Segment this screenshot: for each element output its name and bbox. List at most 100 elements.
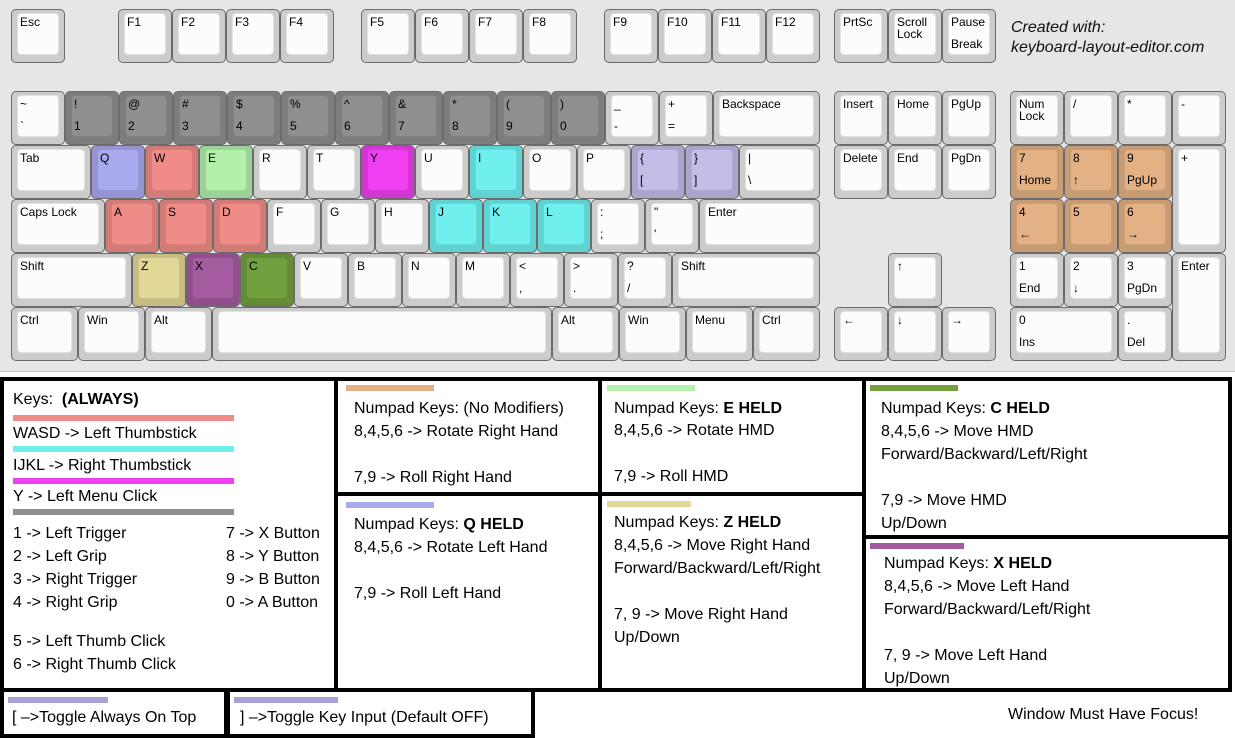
key-7-home[interactable]: 7 Home bbox=[1010, 145, 1064, 199]
key-space-83[interactable]: >. bbox=[564, 253, 618, 307]
key-f6[interactable]: F6 bbox=[415, 9, 469, 63]
key-space-100[interactable]: ↓ bbox=[888, 307, 942, 361]
key-ctrl[interactable]: Ctrl bbox=[11, 307, 78, 361]
key-q[interactable]: Q bbox=[91, 145, 145, 199]
key-1-end[interactable]: 1 End bbox=[1010, 253, 1064, 307]
key-esc[interactable]: Esc bbox=[11, 9, 65, 63]
key-f2[interactable]: F2 bbox=[172, 9, 226, 63]
key-space-16[interactable]: ~ ` bbox=[11, 91, 65, 145]
key-2[interactable]: @2 bbox=[119, 91, 173, 145]
key-backspace[interactable]: Backspace bbox=[713, 91, 820, 145]
key-insert[interactable]: Insert bbox=[834, 91, 888, 145]
key-f8[interactable]: F8 bbox=[523, 9, 577, 63]
key-f3[interactable]: F3 bbox=[226, 9, 280, 63]
key-pgdn[interactable]: PgDn bbox=[942, 145, 996, 199]
key-7[interactable]: & 7 bbox=[389, 91, 443, 145]
key-3-pgdn[interactable]: 3 PgDn bbox=[1118, 253, 1172, 307]
key-i[interactable]: I bbox=[469, 145, 523, 199]
key-t[interactable]: T bbox=[307, 145, 361, 199]
key-2[interactable]: 2 ↓ bbox=[1064, 253, 1118, 307]
key-space-34[interactable]: / bbox=[1064, 91, 1118, 145]
key-p[interactable]: P bbox=[577, 145, 631, 199]
key-4[interactable]: 4 ← bbox=[1010, 199, 1064, 253]
key-x[interactable]: X bbox=[186, 253, 240, 307]
key-shift[interactable]: Shift bbox=[672, 253, 820, 307]
key-space-84[interactable]: ? / bbox=[618, 253, 672, 307]
key-d[interactable]: D bbox=[213, 199, 267, 253]
key-0[interactable]: ) 0 bbox=[551, 91, 605, 145]
key-caps-lock[interactable]: Caps Lock bbox=[11, 199, 105, 253]
key-win[interactable]: Win bbox=[78, 307, 145, 361]
key-space-86[interactable]: ↑ bbox=[888, 253, 942, 307]
key-prtsc[interactable]: PrtSc bbox=[834, 9, 888, 63]
key-num-lock[interactable]: Num Lock bbox=[1010, 91, 1064, 145]
key-shift[interactable]: Shift bbox=[11, 253, 132, 307]
key-end[interactable]: End bbox=[888, 145, 942, 199]
key-o[interactable]: O bbox=[523, 145, 577, 199]
key-e[interactable]: E bbox=[199, 145, 253, 199]
key-home[interactable]: Home bbox=[888, 91, 942, 145]
key-a[interactable]: A bbox=[105, 199, 159, 253]
key-space-27[interactable]: _ - bbox=[605, 91, 659, 145]
key-pause-break[interactable]: Pause Break bbox=[942, 9, 996, 63]
key-space-36[interactable]: - bbox=[1172, 91, 1226, 145]
key-space-57[interactable]: + bbox=[1172, 145, 1226, 253]
key-n[interactable]: N bbox=[402, 253, 456, 307]
key-g[interactable]: G bbox=[321, 199, 375, 253]
key-m[interactable]: M bbox=[456, 253, 510, 307]
key-space-99[interactable]: ← bbox=[834, 307, 888, 361]
key-f1[interactable]: F1 bbox=[118, 9, 172, 63]
key-enter[interactable]: Enter bbox=[1172, 253, 1226, 361]
key-9[interactable]: (9 bbox=[497, 91, 551, 145]
key-8[interactable]: 8 ↑ bbox=[1064, 145, 1118, 199]
key-9-pgup[interactable]: 9 PgUp bbox=[1118, 145, 1172, 199]
key-space-28[interactable]: + = bbox=[659, 91, 713, 145]
key-y[interactable]: Y bbox=[361, 145, 415, 199]
key-l[interactable]: L bbox=[537, 199, 591, 253]
key-3[interactable]: #3 bbox=[173, 91, 227, 145]
key-space-101[interactable]: → bbox=[942, 307, 996, 361]
key-space-82[interactable]: <, bbox=[510, 253, 564, 307]
key-space-48[interactable]: {[ bbox=[631, 145, 685, 199]
key-alt[interactable]: Alt bbox=[145, 307, 212, 361]
key-delete[interactable]: Delete bbox=[834, 145, 888, 199]
key-6[interactable]: 6 → bbox=[1118, 199, 1172, 253]
key-b[interactable]: B bbox=[348, 253, 402, 307]
key-z[interactable]: Z bbox=[132, 253, 186, 307]
key-space-50[interactable]: | \ bbox=[739, 145, 820, 199]
key-pgup[interactable]: PgUp bbox=[942, 91, 996, 145]
key-f10[interactable]: F10 bbox=[658, 9, 712, 63]
key-v[interactable]: V bbox=[294, 253, 348, 307]
key-h[interactable]: H bbox=[375, 199, 429, 253]
key-space-49[interactable]: }] bbox=[685, 145, 739, 199]
key-c[interactable]: C bbox=[240, 253, 294, 307]
key-f5[interactable]: F5 bbox=[361, 9, 415, 63]
key-menu[interactable]: Menu bbox=[686, 307, 753, 361]
key-enter[interactable]: Enter bbox=[699, 199, 820, 253]
key-k[interactable]: K bbox=[483, 199, 537, 253]
key-8[interactable]: * 8 bbox=[443, 91, 497, 145]
key-s[interactable]: S bbox=[159, 199, 213, 253]
key-space-69[interactable]: " ' bbox=[645, 199, 699, 253]
key-f[interactable]: F bbox=[267, 199, 321, 253]
key-4[interactable]: $4 bbox=[227, 91, 281, 145]
key-1[interactable]: ! 1 bbox=[65, 91, 119, 145]
key-f4[interactable]: F4 bbox=[280, 9, 334, 63]
key-space-35[interactable]: * bbox=[1118, 91, 1172, 145]
key-tab[interactable]: Tab bbox=[11, 145, 91, 199]
key-win[interactable]: Win bbox=[619, 307, 686, 361]
key-f11[interactable]: F11 bbox=[712, 9, 766, 63]
key-f7[interactable]: F7 bbox=[469, 9, 523, 63]
key-5[interactable]: 5 bbox=[1064, 199, 1118, 253]
key-u[interactable]: U bbox=[415, 145, 469, 199]
key-space-68[interactable]: :; bbox=[591, 199, 645, 253]
key-0-ins[interactable]: 0 Ins bbox=[1010, 307, 1118, 361]
key-ctrl[interactable]: Ctrl bbox=[753, 307, 820, 361]
key-j[interactable]: J bbox=[429, 199, 483, 253]
key-w[interactable]: W bbox=[145, 145, 199, 199]
key-f12[interactable]: F12 bbox=[766, 9, 820, 63]
key-f9[interactable]: F9 bbox=[604, 9, 658, 63]
key-5[interactable]: % 5 bbox=[281, 91, 335, 145]
key-r[interactable]: R bbox=[253, 145, 307, 199]
key-alt[interactable]: Alt bbox=[552, 307, 619, 361]
